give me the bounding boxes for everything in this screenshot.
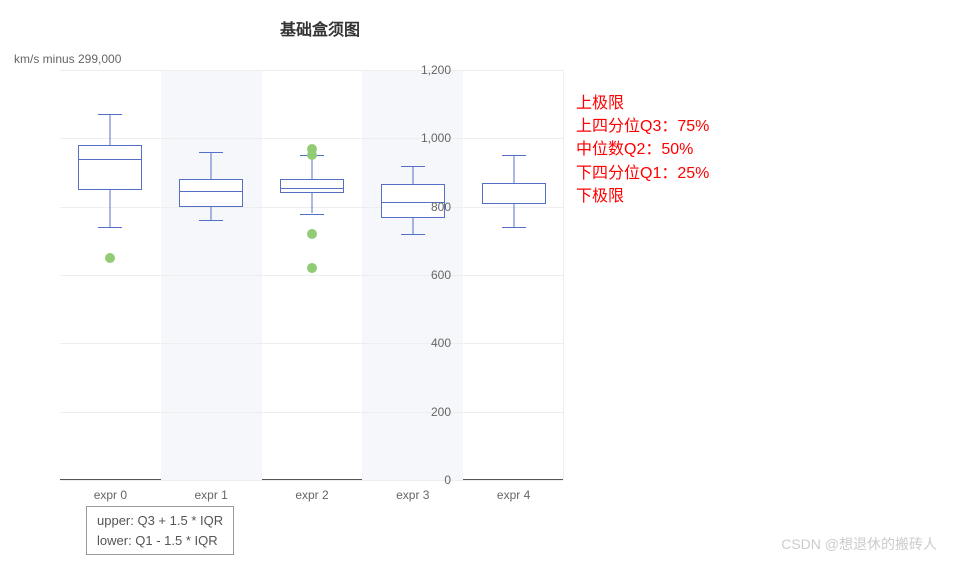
y-tick-label: 200 <box>411 405 451 419</box>
whisker-cap-upper <box>502 155 526 156</box>
y-tick-label: 0 <box>411 473 451 487</box>
y-tick-label: 1,200 <box>411 63 451 77</box>
lower-formula: lower: Q1 - 1.5 * IQR <box>97 531 223 551</box>
median-line <box>280 188 344 189</box>
boxplot-item <box>179 70 243 480</box>
box-rect <box>179 179 243 206</box>
whisker-cap-lower <box>300 214 324 215</box>
box-rect <box>280 179 344 193</box>
boxplot-item <box>78 70 142 480</box>
ann-median: 中位数Q2：50% <box>576 138 709 161</box>
outlier-dot <box>105 253 115 263</box>
boxplot-item <box>280 70 344 480</box>
x-tick-label: expr 3 <box>396 488 429 502</box>
gridline <box>60 480 563 481</box>
x-tick-label: expr 2 <box>295 488 328 502</box>
whisker-cap-lower <box>401 234 425 235</box>
whisker-cap-upper <box>401 166 425 167</box>
plot-area <box>60 70 564 480</box>
whisker-cap-upper <box>199 152 223 153</box>
ann-q3: 上四分位Q3：75% <box>576 115 709 138</box>
annotation-panel: 上极限 上四分位Q3：75% 中位数Q2：50% 下四分位Q1：25% 下极限 <box>576 92 709 208</box>
whisker-cap-lower <box>199 220 223 221</box>
outlier-dot <box>307 150 317 160</box>
x-tick-label: expr 1 <box>195 488 228 502</box>
outlier-dot <box>307 229 317 239</box>
chart-title: 基础盒须图 <box>0 16 640 40</box>
ann-q1: 下四分位Q1：25% <box>576 162 709 185</box>
y-axis-label: km/s minus 299,000 <box>14 52 121 66</box>
median-line <box>78 159 142 160</box>
y-tick-label: 1,000 <box>411 131 451 145</box>
box-rect <box>78 145 142 189</box>
whisker-cap-lower <box>502 227 526 228</box>
y-tick-label: 800 <box>411 200 451 214</box>
upper-formula: upper: Q3 + 1.5 * IQR <box>97 511 223 531</box>
y-tick-label: 600 <box>411 268 451 282</box>
ann-upper-limit: 上极限 <box>576 92 709 115</box>
watermark: CSDN @想退休的搬砖人 <box>781 534 937 554</box>
boxplot-item <box>482 70 546 480</box>
x-tick-label: expr 4 <box>497 488 530 502</box>
box-rect <box>482 183 546 205</box>
whisker-cap-lower <box>98 227 122 228</box>
outlier-dot <box>307 263 317 273</box>
formula-legend: upper: Q3 + 1.5 * IQR lower: Q1 - 1.5 * … <box>86 506 234 555</box>
median-line <box>482 203 546 204</box>
whisker-cap-upper <box>98 114 122 115</box>
y-tick-label: 400 <box>411 336 451 350</box>
ann-lower-limit: 下极限 <box>576 185 709 208</box>
x-tick-label: expr 0 <box>94 488 127 502</box>
median-line <box>179 191 243 192</box>
